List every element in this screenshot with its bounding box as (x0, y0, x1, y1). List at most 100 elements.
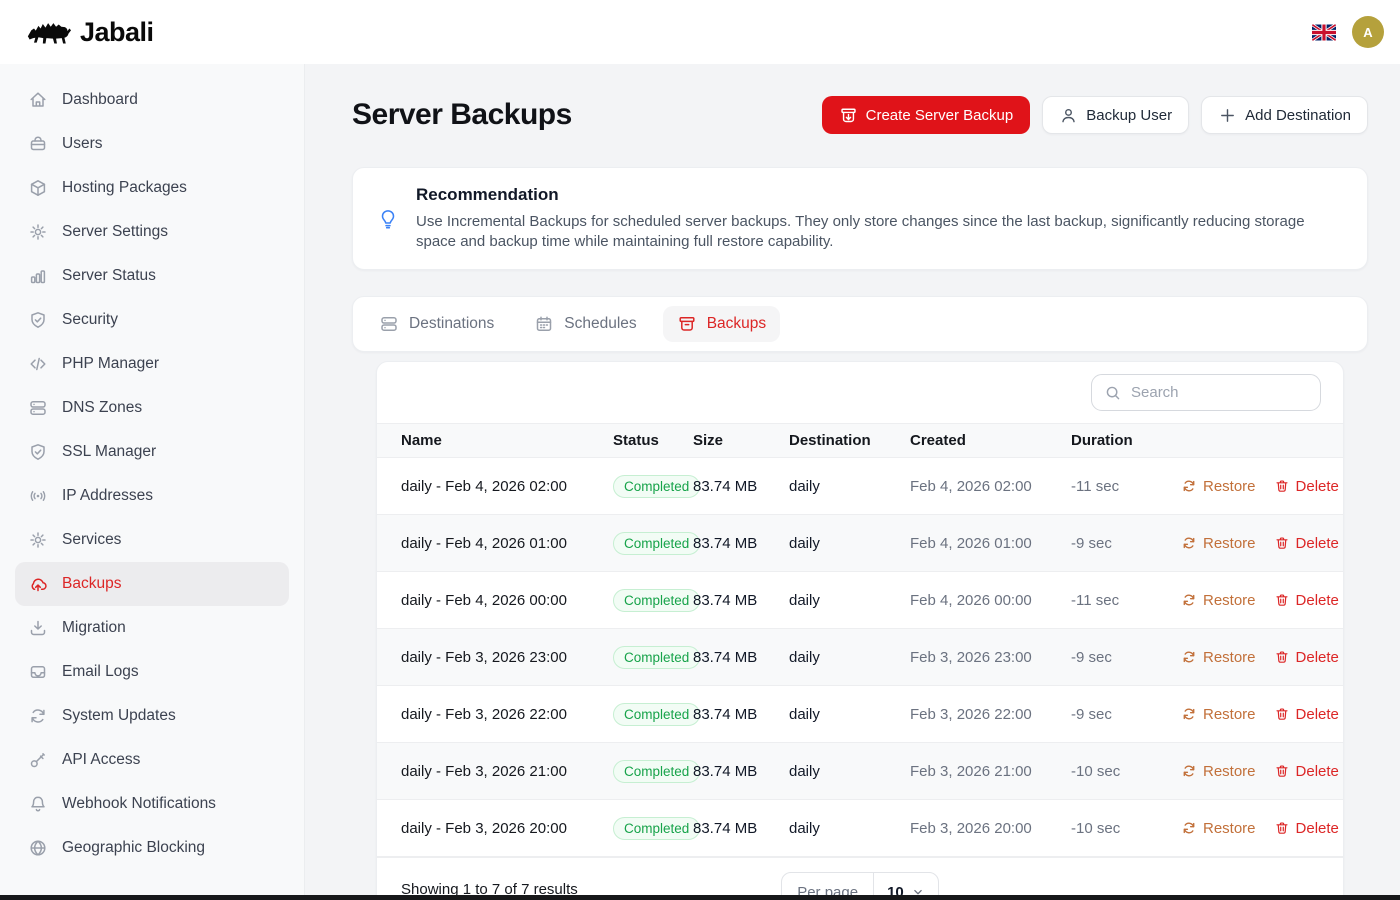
restore-button[interactable]: Restore (1181, 478, 1256, 495)
recommendation-card: Recommendation Use Incremental Backups f… (352, 167, 1368, 270)
backup-created: Feb 3, 2026 21:00 (910, 763, 1071, 780)
table-row: daily - Feb 4, 2026 00:00 Completed 83.7… (377, 572, 1343, 629)
key-icon (28, 750, 48, 770)
sidebar-item-label: Hosting Packages (62, 179, 187, 197)
status-badge: Completed (613, 646, 700, 669)
table-row: daily - Feb 4, 2026 01:00 Completed 83.7… (377, 515, 1343, 572)
user-avatar[interactable]: A (1352, 16, 1384, 48)
sidebar-item-email-logs[interactable]: Email Logs (15, 650, 289, 694)
trash-icon (1274, 649, 1290, 665)
sidebar-item-label: Webhook Notifications (62, 795, 216, 813)
sidebar-item-services[interactable]: Services (15, 518, 289, 562)
restore-button[interactable]: Restore (1181, 763, 1256, 780)
sidebar-item-ip-addresses[interactable]: IP Addresses (15, 474, 289, 518)
delete-button[interactable]: Delete (1274, 820, 1339, 837)
button-label: Backup User (1086, 107, 1172, 124)
boar-logo-icon (26, 17, 72, 47)
table-body: daily - Feb 4, 2026 02:00 Completed 83.7… (377, 458, 1343, 857)
sidebar-item-label: Security (62, 311, 118, 329)
cloud-upload-icon (28, 574, 48, 594)
backup-created: Feb 3, 2026 20:00 (910, 820, 1071, 837)
restore-refresh-icon (1181, 649, 1197, 665)
archive-arrow-down-icon (839, 106, 858, 125)
sidebar: Dashboard Users Hosting Packages Server … (0, 64, 305, 900)
backup-user-button[interactable]: Backup User (1042, 96, 1189, 134)
delete-label: Delete (1296, 535, 1339, 552)
backup-name: daily - Feb 3, 2026 21:00 (377, 763, 613, 780)
tab-backups[interactable]: Backups (663, 306, 780, 342)
tab-destinations[interactable]: Destinations (365, 306, 508, 342)
column-header-duration: Duration (1071, 432, 1181, 449)
sidebar-item-backups[interactable]: Backups (15, 562, 289, 606)
delete-label: Delete (1296, 649, 1339, 666)
gear-icon (28, 530, 48, 550)
status-badge: Completed (613, 817, 700, 840)
backup-size: 83.74 MB (693, 649, 789, 666)
trash-icon (1274, 820, 1290, 836)
status-badge: Completed (613, 760, 700, 783)
sidebar-item-php-manager[interactable]: PHP Manager (15, 342, 289, 386)
backup-size: 83.74 MB (693, 478, 789, 495)
sidebar-item-migration[interactable]: Migration (15, 606, 289, 650)
sidebar-item-label: Services (62, 531, 121, 549)
backup-size: 83.74 MB (693, 535, 789, 552)
search-box[interactable] (1091, 374, 1321, 411)
backup-destination: daily (789, 535, 910, 552)
lightbulb-icon (377, 208, 399, 230)
backup-destination: daily (789, 706, 910, 723)
delete-button[interactable]: Delete (1274, 706, 1339, 723)
restore-button[interactable]: Restore (1181, 706, 1256, 723)
brand-name: Jabali (80, 17, 154, 48)
sidebar-item-hosting-packages[interactable]: Hosting Packages (15, 166, 289, 210)
restore-refresh-icon (1181, 478, 1197, 494)
sidebar-item-users[interactable]: Users (15, 122, 289, 166)
sidebar-item-label: Geographic Blocking (62, 839, 205, 857)
backup-name: daily - Feb 3, 2026 20:00 (377, 820, 613, 837)
backup-duration: -11 sec (1071, 478, 1181, 495)
search-input[interactable] (1131, 384, 1308, 401)
delete-label: Delete (1296, 706, 1339, 723)
cube-icon (28, 178, 48, 198)
delete-button[interactable]: Delete (1274, 763, 1339, 780)
inbox-icon (28, 662, 48, 682)
delete-label: Delete (1296, 478, 1339, 495)
language-flag-icon[interactable] (1312, 24, 1336, 41)
restore-button[interactable]: Restore (1181, 535, 1256, 552)
restore-label: Restore (1203, 535, 1256, 552)
sidebar-item-webhook-notifications[interactable]: Webhook Notifications (15, 782, 289, 826)
backup-duration: -11 sec (1071, 592, 1181, 609)
table-header-row: Name Status Size Destination Created Dur… (377, 423, 1343, 458)
code-icon (28, 354, 48, 374)
sidebar-item-dashboard[interactable]: Dashboard (15, 78, 289, 122)
create-server-backup-button[interactable]: Create Server Backup (822, 96, 1031, 134)
sidebar-item-ssl-manager[interactable]: SSL Manager (15, 430, 289, 474)
sidebar-item-server-status[interactable]: Server Status (15, 254, 289, 298)
restore-button[interactable]: Restore (1181, 649, 1256, 666)
sidebar-item-label: IP Addresses (62, 487, 153, 505)
backup-destination: daily (789, 763, 910, 780)
sidebar-item-system-updates[interactable]: System Updates (15, 694, 289, 738)
restore-button[interactable]: Restore (1181, 592, 1256, 609)
backup-created: Feb 3, 2026 22:00 (910, 706, 1071, 723)
delete-button[interactable]: Delete (1274, 535, 1339, 552)
delete-button[interactable]: Delete (1274, 478, 1339, 495)
sidebar-item-label: Migration (62, 619, 126, 637)
delete-button[interactable]: Delete (1274, 649, 1339, 666)
sidebar-item-security[interactable]: Security (15, 298, 289, 342)
sidebar-item-api-access[interactable]: API Access (15, 738, 289, 782)
sidebar-item-geographic-blocking[interactable]: Geographic Blocking (15, 826, 289, 870)
restore-button[interactable]: Restore (1181, 820, 1256, 837)
backup-duration: -9 sec (1071, 649, 1181, 666)
backup-destination: daily (789, 649, 910, 666)
sidebar-item-dns-zones[interactable]: DNS Zones (15, 386, 289, 430)
sidebar-item-label: Users (62, 135, 102, 153)
sidebar-item-server-settings[interactable]: Server Settings (15, 210, 289, 254)
add-destination-button[interactable]: Add Destination (1201, 96, 1368, 134)
backup-name: daily - Feb 4, 2026 02:00 (377, 478, 613, 495)
brand-logo[interactable]: Jabali (26, 17, 154, 48)
delete-button[interactable]: Delete (1274, 592, 1339, 609)
backup-name: daily - Feb 3, 2026 23:00 (377, 649, 613, 666)
tab-schedules[interactable]: Schedules (520, 306, 650, 342)
status-badge: Completed (613, 589, 700, 612)
column-header-size: Size (693, 432, 789, 449)
